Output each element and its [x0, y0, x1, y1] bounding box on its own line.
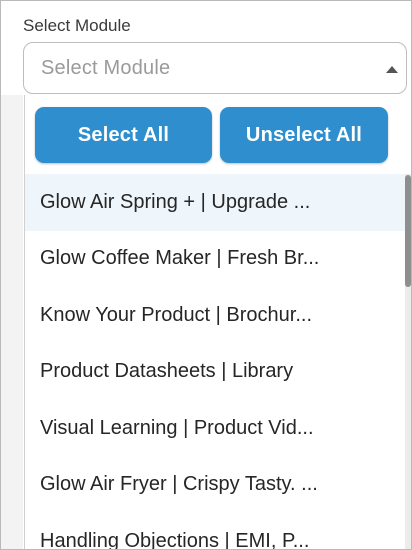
- unselect-all-button[interactable]: Unselect All: [220, 107, 388, 163]
- select-all-button[interactable]: Select All: [35, 107, 212, 163]
- module-select-widget: Select Module Select Module Select All U…: [0, 0, 412, 550]
- module-select[interactable]: Select Module: [23, 42, 407, 94]
- option-item[interactable]: Product Datasheets | Library: [25, 344, 407, 401]
- scrollbar-thumb[interactable]: [405, 175, 411, 287]
- option-item[interactable]: Glow Air Spring + | Upgrade ...: [25, 174, 407, 231]
- caret-up-icon[interactable]: [386, 66, 398, 73]
- field-label: Select Module: [23, 16, 131, 35]
- option-item[interactable]: Visual Learning | Product Vid...: [25, 400, 407, 457]
- option-item[interactable]: Know Your Product | Brochur...: [25, 287, 407, 344]
- options-list: Glow Air Spring + | Upgrade ... Glow Cof…: [25, 174, 407, 549]
- select-placeholder: Select Module: [41, 57, 171, 79]
- option-item[interactable]: Handling Objections | EMI, P...: [25, 513, 407, 549]
- option-item[interactable]: Glow Air Fryer | Crispy Tasty. ...: [25, 457, 407, 514]
- background-strip: [1, 95, 23, 549]
- option-item[interactable]: Glow Coffee Maker | Fresh Br...: [25, 231, 407, 288]
